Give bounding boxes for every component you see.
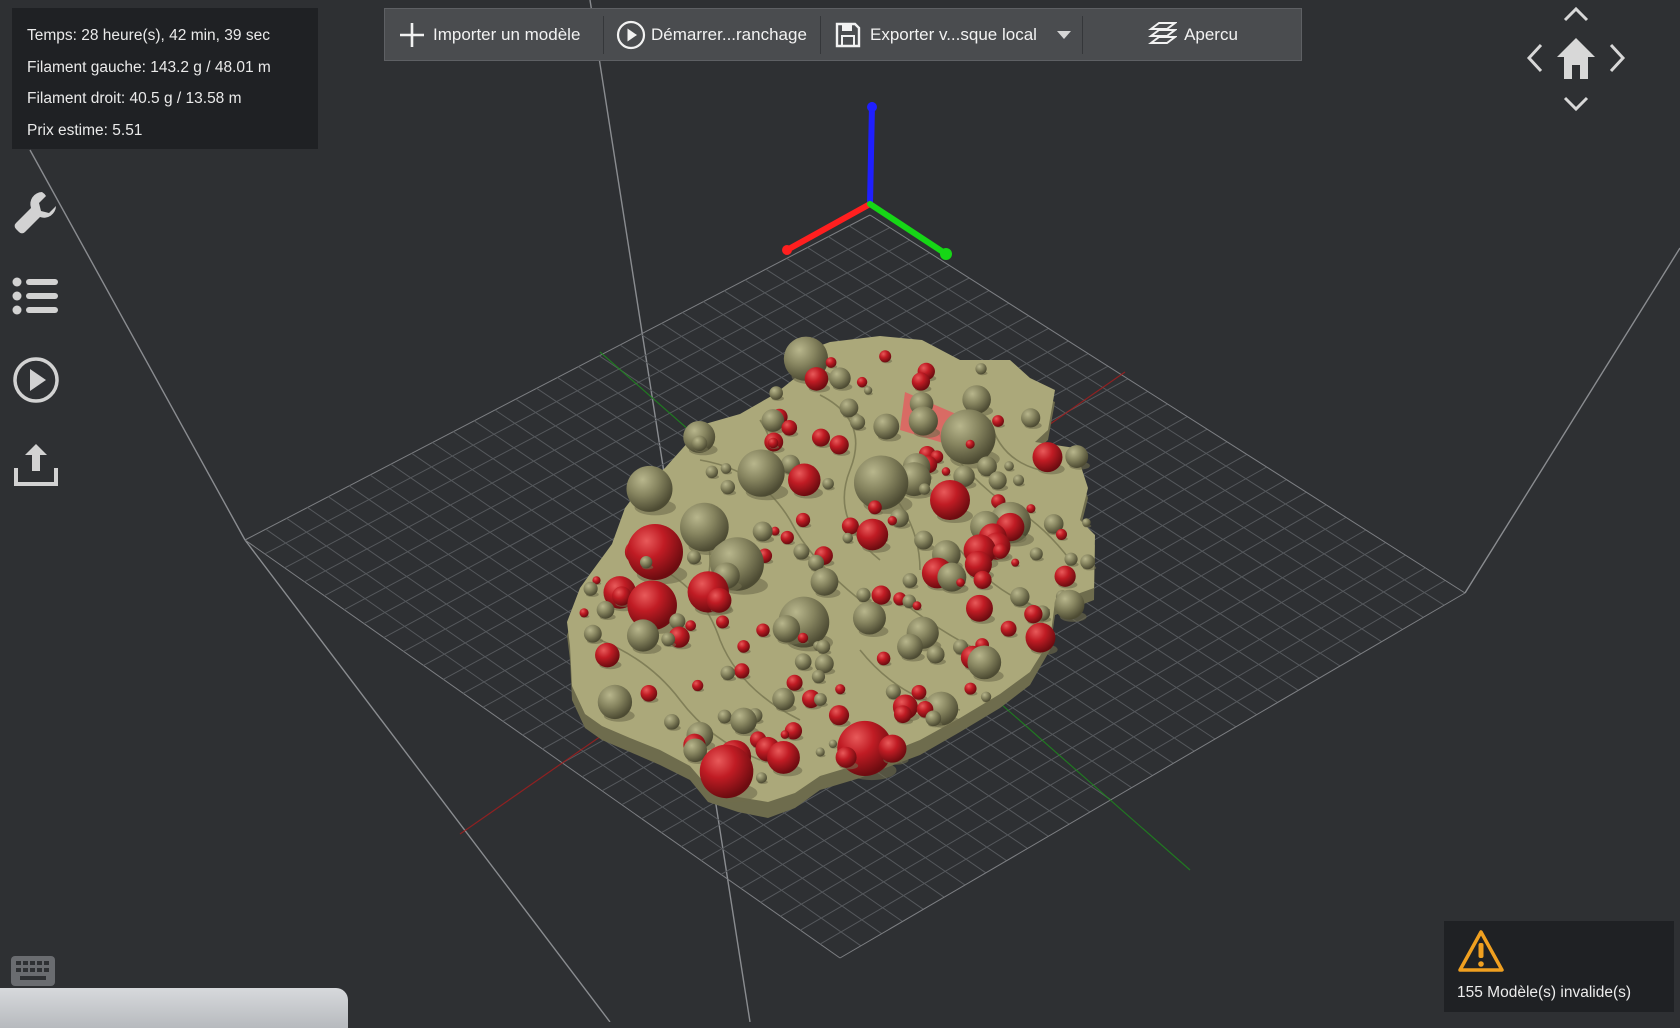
caret-down-icon [1057,25,1071,45]
layers-icon [1146,20,1178,50]
preview-button[interactable]: Apercu [1083,9,1301,60]
play-icon [12,356,60,409]
export-label: Exporter v...sque local [870,24,1037,44]
list-icon [12,276,60,321]
chevron-down-icon[interactable] [1556,92,1596,116]
import-model-button[interactable]: Importer un modèle [385,9,603,60]
invalid-models-warning[interactable]: 155 Modèle(s) invalide(s) [1444,921,1674,1012]
invalid-models-text: 155 Modèle(s) invalide(s) [1457,984,1632,1001]
sidebar-item-play[interactable] [8,354,64,410]
bottom-panel-tab[interactable] [0,988,348,1028]
preview-label: Apercu [1184,24,1238,44]
estimated-price-text: Prix estime: 5.51 [27,121,143,139]
play-circle-icon [616,20,646,50]
sidebar-item-settings[interactable] [8,186,64,242]
right-filament-text: Filament droit: 40.5 g / 13.58 m [27,90,242,107]
start-slicing-button[interactable]: Démarrer...ranchage [604,9,820,60]
export-local-disk-button[interactable]: Exporter v...sque local [821,9,1046,60]
print-time-text: Temps: 28 heure(s), 42 min, 39 sec [27,27,270,44]
warning-icon [1457,930,1505,977]
home-icon[interactable] [1554,34,1598,82]
chevron-up-icon[interactable] [1556,2,1596,26]
wrench-icon [12,188,60,241]
start-slicing-label: Démarrer...ranchage [651,24,807,44]
chevron-left-icon[interactable] [1520,38,1550,78]
print-stats-panel: Temps: 28 heure(s), 42 min, 39 sec Filam… [12,8,318,149]
export-options-dropdown[interactable] [1046,9,1082,60]
sidebar-item-export[interactable] [8,438,64,494]
upload-icon [12,440,60,493]
top-toolbar: Importer un modèle Démarrer...ranchage E… [384,8,1302,61]
import-model-label: Importer un modèle [433,24,581,44]
axis-gizmo [782,102,952,260]
plus-icon [397,20,427,50]
camera-navigation [1520,0,1632,118]
save-icon [833,20,863,50]
left-filament-text: Filament gauche: 143.2 g / 48.01 m [27,58,271,76]
sidebar-item-list[interactable] [8,270,64,326]
keyboard-icon[interactable] [10,955,60,991]
chevron-right-icon[interactable] [1602,38,1632,78]
3d-viewport[interactable] [0,0,1680,1022]
